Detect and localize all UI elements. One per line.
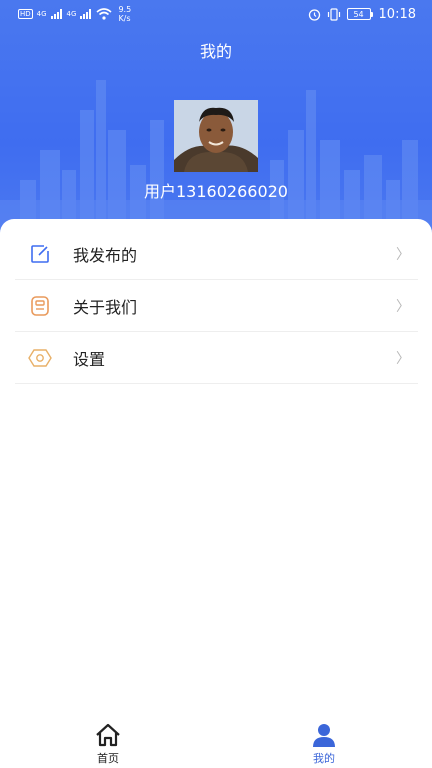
page-title: 我的 — [199, 42, 232, 61]
battery-indicator: 54 — [346, 8, 373, 20]
info-card-icon — [27, 293, 53, 319]
wifi-icon — [96, 8, 112, 20]
signal-2-label: 4G — [66, 9, 77, 18]
chevron-right-icon: 〉 — [396, 246, 410, 263]
menu-item-about-us[interactable]: 关于我们 〉 — [15, 280, 418, 332]
chevron-right-icon: 〉 — [396, 350, 410, 367]
speed-value: 9.5 — [118, 5, 132, 14]
edit-icon — [27, 241, 53, 267]
avatar[interactable] — [174, 100, 258, 172]
vibrate-icon — [327, 7, 340, 21]
status-time: 10:18 — [378, 6, 416, 22]
tab-home[interactable]: 首页 — [68, 716, 148, 768]
username: 用户13160266020 — [144, 182, 288, 201]
battery-level: 54 — [353, 9, 364, 19]
hd-badge: HD — [18, 9, 33, 19]
profile-header: HD 4G 4G 9.5 K/s 54 10:18 我的 用户131602660… — [0, 0, 432, 240]
signal-icon — [80, 9, 92, 19]
menu-item-label: 关于我们 — [73, 297, 138, 317]
menu-item-label: 我发布的 — [73, 245, 138, 265]
menu-item-my-posts[interactable]: 我发布的 〉 — [15, 228, 418, 280]
home-icon — [94, 722, 122, 748]
menu-card: 我发布的 〉 关于我们 〉 设置 〉 — [0, 219, 432, 768]
bottom-tab-bar: 首页 我的 — [0, 716, 432, 768]
speed-unit: K/s — [118, 14, 131, 23]
signal-1-label: 4G — [36, 9, 47, 18]
status-bar: HD 4G 4G 9.5 K/s 54 10:18 — [0, 0, 432, 28]
chevron-right-icon: 〉 — [396, 298, 410, 315]
network-speed: 9.5 K/s — [118, 5, 131, 23]
user-icon — [310, 722, 338, 748]
alarm-icon — [308, 8, 320, 21]
tab-label: 我的 — [313, 752, 335, 765]
tab-label: 首页 — [97, 752, 119, 765]
settings-icon — [27, 345, 53, 371]
menu-item-settings[interactable]: 设置 〉 — [15, 332, 418, 384]
signal-icon — [50, 9, 62, 19]
tab-mine[interactable]: 我的 — [284, 716, 364, 768]
menu-item-label: 设置 — [73, 349, 106, 369]
avatar-photo — [174, 100, 258, 172]
